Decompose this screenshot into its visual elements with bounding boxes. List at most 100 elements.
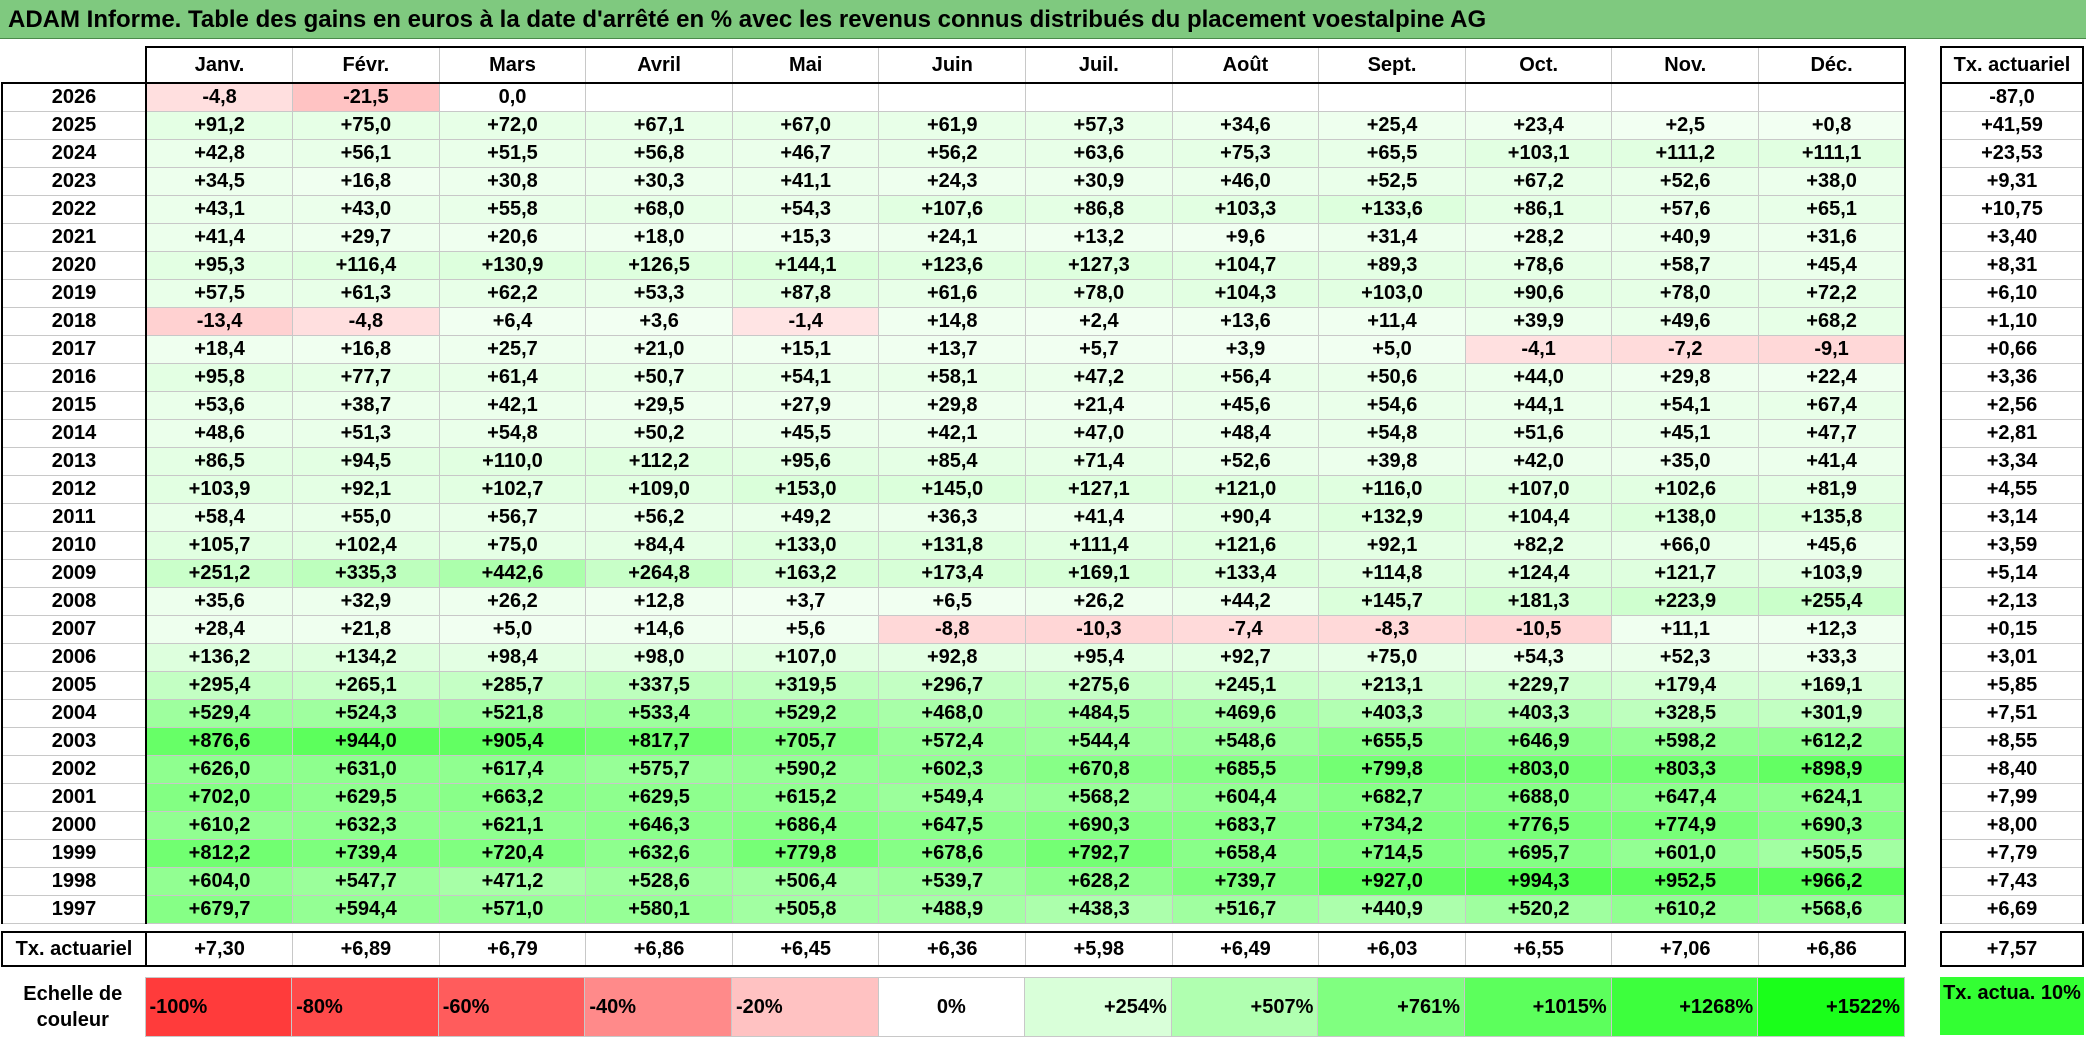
value-cell: +39,9 — [1464, 307, 1613, 336]
value-cell: +12,3 — [1758, 615, 1907, 644]
month-header: Juin — [878, 46, 1027, 84]
value-cell: -13,4 — [145, 307, 294, 336]
value-cell: +72,2 — [1758, 279, 1907, 308]
value-cell: +78,0 — [1611, 279, 1760, 308]
value-cell: +71,4 — [1025, 447, 1173, 476]
year-cell: 2010 — [1, 531, 147, 560]
value-cell: +61,6 — [878, 279, 1027, 308]
color-scale-row: Echelle de couleur -100% -80% -60% -40% -20%… — [1, 977, 1905, 1037]
value-cell — [1171, 82, 1320, 112]
value-cell: +774,9 — [1611, 811, 1760, 840]
rate-row: +6,69 — [1940, 895, 2084, 924]
value-cell: +5,0 — [1318, 335, 1466, 364]
rate-row: +3,59 — [1940, 531, 2084, 560]
value-cell: +52,6 — [1611, 167, 1760, 196]
value-cell: +95,8 — [145, 363, 294, 392]
value-cell: +686,4 — [731, 811, 880, 840]
value-cell: +301,9 — [1758, 699, 1907, 728]
rate-row: +7,43 — [1940, 867, 2084, 896]
color-scale-step: 0% — [877, 977, 1026, 1037]
value-cell: +56,2 — [878, 139, 1027, 168]
value-cell: +61,4 — [438, 363, 587, 392]
rate-row: +3,36 — [1940, 363, 2084, 392]
value-cell: +966,2 — [1758, 867, 1907, 896]
value-cell: +438,3 — [1025, 895, 1173, 924]
value-cell: +30,3 — [585, 167, 733, 196]
footer-value-cell: +6,36 — [878, 931, 1027, 967]
value-cell: +632,6 — [585, 839, 733, 868]
value-cell: -4,8 — [145, 82, 294, 112]
value-cell: +629,5 — [585, 783, 733, 812]
spacer-cell — [1612, 924, 1759, 933]
value-cell: +56,7 — [438, 503, 587, 532]
month-header: Août — [1171, 46, 1320, 84]
value-cell: +86,1 — [1464, 195, 1613, 224]
value-cell: +30,8 — [438, 167, 587, 196]
value-cell: +63,6 — [1025, 139, 1173, 168]
value-cell: +533,4 — [585, 699, 733, 728]
value-cell: +440,9 — [1318, 895, 1466, 924]
year-cell: 2001 — [1, 783, 147, 812]
value-cell: +604,4 — [1171, 783, 1320, 812]
value-cell: +548,6 — [1171, 727, 1320, 756]
rate-row: +8,40 — [1940, 755, 2084, 784]
rate-header: Tx. actuariel — [1940, 46, 2084, 84]
year-cell: 2004 — [1, 699, 147, 728]
value-cell: +403,3 — [1318, 699, 1466, 728]
value-cell: +528,6 — [585, 867, 733, 896]
rate-cell: +9,31 — [1940, 167, 2084, 196]
spacer-cell — [879, 924, 1026, 933]
value-cell: +714,5 — [1318, 839, 1466, 868]
value-cell: +133,4 — [1171, 559, 1320, 588]
value-cell: +20,6 — [438, 223, 587, 252]
value-cell: +5,0 — [438, 615, 587, 644]
value-cell: +46,0 — [1171, 167, 1320, 196]
value-cell: +95,4 — [1025, 643, 1173, 672]
rate-cell: +6,10 — [1940, 279, 2084, 308]
value-cell: +927,0 — [1318, 867, 1466, 896]
value-cell: +75,3 — [1171, 139, 1320, 168]
value-cell: +105,7 — [145, 531, 294, 560]
spacer-cell — [1759, 924, 1906, 933]
value-cell: +18,4 — [145, 335, 294, 364]
year-cell: 2011 — [1, 503, 147, 532]
value-cell: +56,1 — [292, 139, 440, 168]
value-cell: +29,8 — [1611, 363, 1760, 392]
year-cell: 2019 — [1, 279, 147, 308]
table-row: 2013 +86,5 +94,5 +110,0 +112,2 +95,6 +85,4 +71,… — [1, 447, 1907, 476]
value-cell: +68,2 — [1758, 307, 1907, 336]
color-scale-step: -80% — [291, 977, 439, 1037]
rate-cell: +7,79 — [1940, 839, 2084, 868]
rate-row: +2,81 — [1940, 419, 2084, 448]
value-cell: +95,6 — [731, 447, 880, 476]
footer-value-cell: +6,79 — [438, 931, 587, 967]
value-cell: +49,2 — [731, 503, 880, 532]
value-cell: +626,0 — [145, 755, 294, 784]
value-cell: +103,3 — [1171, 195, 1320, 224]
rate-scale-swatch: Tx. actua. 10% — [1940, 977, 2084, 1035]
value-cell: +68,0 — [585, 195, 733, 224]
year-cell: 2007 — [1, 615, 147, 644]
rate-row: +1,10 — [1940, 307, 2084, 336]
table-row: 2004 +529,4 +524,3 +521,8 +533,4 +529,2 +468,0… — [1, 699, 1907, 728]
value-cell: +111,4 — [1025, 531, 1173, 560]
spacer-row — [2, 924, 1905, 933]
month-header: Sept. — [1318, 46, 1466, 84]
table-row: 2021 +41,4 +29,7 +20,6 +18,0 +15,3 +24,1 +13,2 +… — [1, 223, 1907, 252]
footer-value-cell: +5,98 — [1025, 931, 1173, 967]
value-cell: +123,6 — [878, 251, 1027, 280]
value-cell: +612,2 — [1758, 727, 1907, 756]
spacer-cell — [586, 924, 733, 933]
table-row: 2025 +91,2 +75,0 +72,0 +67,1 +67,0 +61,9 +57,3 +… — [1, 111, 1907, 140]
table-row: 2001 +702,0 +629,5 +663,2 +629,5 +615,2 +549,4… — [1, 783, 1907, 812]
title-bar: ADAM Informe. Table des gains en euros à… — [0, 0, 2086, 39]
value-cell: +57,3 — [1025, 111, 1173, 140]
rate-cell: +10,75 — [1940, 195, 2084, 224]
value-cell — [731, 82, 880, 112]
rate-cell: +1,10 — [1940, 307, 2084, 336]
value-cell: +28,4 — [145, 615, 294, 644]
value-cell: +44,1 — [1464, 391, 1613, 420]
value-cell: +104,7 — [1171, 251, 1320, 280]
color-scale-step: +254% — [1024, 977, 1172, 1037]
value-cell: +54,8 — [1318, 419, 1466, 448]
